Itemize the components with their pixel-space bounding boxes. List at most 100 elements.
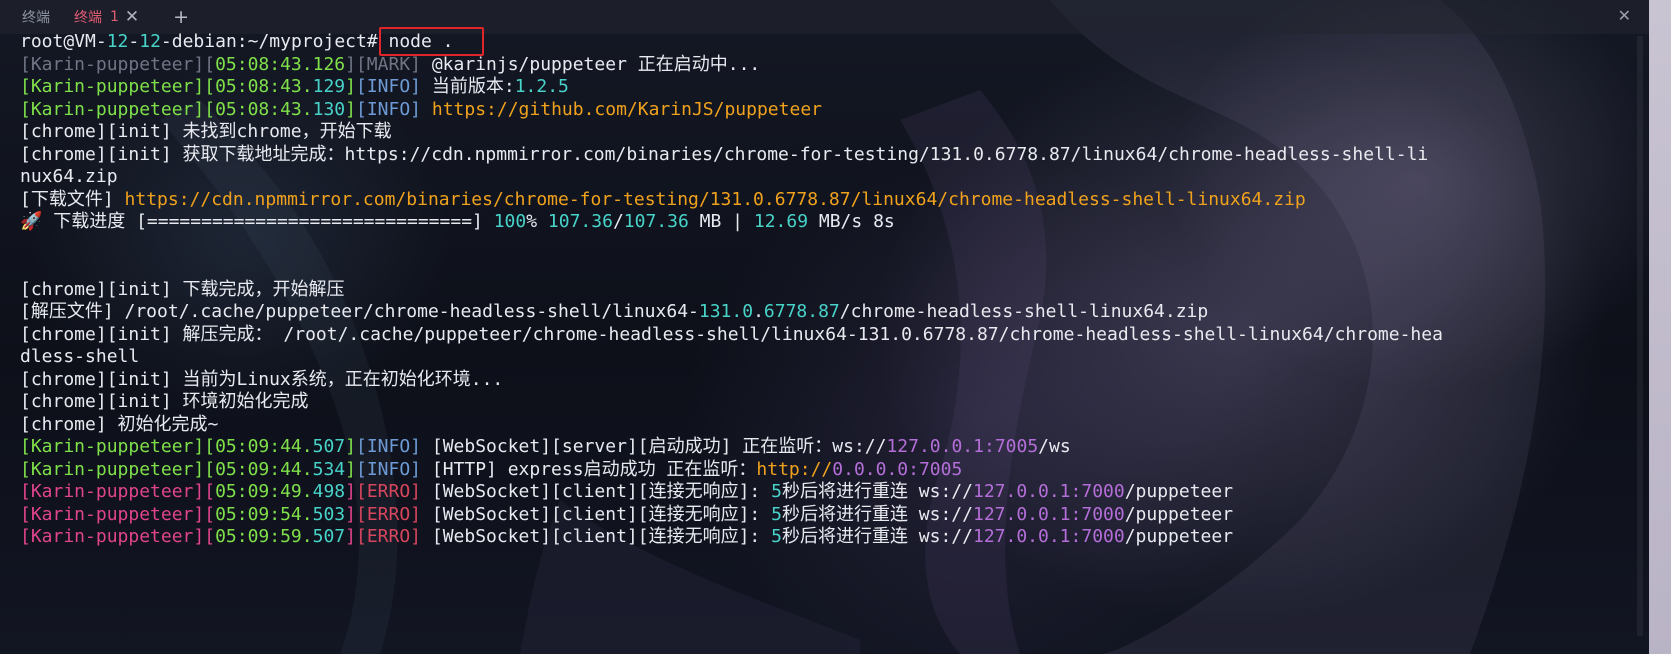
terminal-text-segment: [INFO]	[355, 76, 422, 97]
terminal-text-segment: ]	[345, 526, 356, 547]
terminal-line: [解压文件] /root/.cache/puppeteer/chrome-hea…	[20, 301, 1620, 324]
terminal-text-segment: [MARK]	[355, 53, 421, 75]
terminal-text-segment: ]	[345, 503, 356, 525]
terminal-text-segment: 1.2.5	[514, 76, 569, 97]
terminal-text-segment: [INFO]	[355, 98, 422, 120]
terminal-text-segment: 秒后将进行重连 ws://	[781, 526, 973, 547]
terminal-text-segment: [chrome] 初始化完成~	[20, 413, 219, 435]
terminal-text-segment: [chrome][init] 环境初始化完成	[20, 391, 309, 412]
terminal-line: [chrome][init] 环境初始化完成	[20, 391, 1620, 414]
terminal-text-segment: root@VM-	[20, 31, 107, 52]
terminal-text-segment: 498	[312, 481, 346, 502]
new-tab-button[interactable]: +	[173, 7, 189, 27]
terminal-text-segment: 127.0.0.1:7000	[972, 481, 1125, 502]
terminal-text-segment: ]	[345, 436, 356, 457]
terminal-text-segment: 12	[139, 31, 161, 52]
terminal-text-segment: 05:09:44.	[215, 436, 313, 457]
side-panel-strip	[1649, 0, 1671, 654]
terminal-text-segment: [WebSocket][server][启动成功] 正在监听：ws://	[421, 436, 887, 457]
tab-label: 终端	[74, 10, 102, 26]
terminal-line: [Karin-puppeteer][05:08:43.130][INFO] ht…	[20, 99, 1620, 122]
terminal-window: 终端 终端 1 ✕ + ✕ root@VM-12-12-debian:~/myp…	[0, 0, 1671, 654]
terminal-text-segment: 107.36	[623, 211, 689, 232]
window-close-icon[interactable]: ✕	[1618, 8, 1631, 24]
terminal-text-segment: [下载文件]	[20, 188, 125, 210]
terminal-text-segment: [Karin-puppeteer]	[20, 98, 205, 120]
terminal-text-segment: /puppeteer	[1124, 503, 1234, 525]
terminal-text-segment: [WebSocket][client][连接无响应]:	[421, 526, 772, 547]
terminal-text-segment: 05:09:59.	[215, 526, 313, 547]
terminal-text-segment: [chrome][init] 获取下载地址完成：https://cdn.npmm…	[20, 143, 1429, 165]
terminal-text-segment: 05:08:43.126	[215, 53, 346, 75]
tab-terminal[interactable]: 终端	[0, 0, 64, 34]
terminal-text-segment: [INFO]	[355, 458, 422, 480]
terminal-text-segment: [Karin-puppeteer]	[20, 458, 205, 480]
terminal-text-segment: [Karin-puppeteer]	[20, 526, 205, 547]
terminal-text-segment: 05:09:49.	[215, 481, 313, 502]
terminal-text-segment: [	[204, 98, 216, 120]
terminal-text-segment: 507	[312, 526, 346, 547]
terminal-text-segment: 0.0.0.0:7005	[832, 458, 963, 480]
terminal-text-segment: 05:09:54.	[215, 503, 313, 525]
terminal-text-segment: @karinjs/puppeteer 正在启动中...	[421, 53, 761, 75]
terminal-text-segment: [	[204, 481, 216, 502]
terminal-text-segment: [	[204, 76, 216, 97]
terminal-text-segment: /puppeteer	[1124, 481, 1234, 502]
terminal-text-segment: [Karin-puppeteer]	[20, 436, 205, 457]
terminal-text-segment: dless-shell	[20, 346, 140, 367]
terminal-text-segment: 当前版本:	[421, 76, 515, 97]
terminal-text-segment: 100	[493, 211, 527, 232]
terminal-line: [chrome][init] 获取下载地址完成：https://cdn.npmm…	[20, 144, 1620, 167]
terminal-text-segment: [chrome][init] 未找到chrome，开始下载	[20, 121, 392, 142]
terminal-text-segment: [ERRO]	[355, 481, 422, 502]
terminal-text-segment: [ERRO]	[355, 503, 422, 525]
terminal-text-segment: [	[204, 458, 216, 480]
terminal-text-segment: MB |	[688, 211, 754, 232]
terminal-text-segment: 秒后将进行重连 ws://	[781, 481, 973, 502]
terminal-text-segment: 05:09:44.	[215, 458, 313, 480]
terminal-line: nux64.zip	[20, 166, 1620, 189]
terminal-text-segment: %	[526, 211, 548, 232]
terminal-scrollbar[interactable]	[1637, 36, 1643, 636]
tab-label: 终端	[22, 10, 50, 26]
terminal-text-segment: 05:08:43.	[215, 98, 313, 120]
terminal-text-segment: 131.0	[698, 301, 754, 322]
terminal-line: [chrome][init] 未找到chrome，开始下载	[20, 121, 1620, 144]
terminal-text-segment: /chrome-headless-shell-linux64.zip	[839, 301, 1209, 322]
tab-terminal-1[interactable]: 终端 1 ✕	[64, 0, 153, 34]
terminal-text-segment: https://cdn.npmmirror.com/binaries/chrom…	[124, 188, 1306, 210]
terminal-text-segment: /	[612, 211, 624, 232]
terminal-text-segment: 5	[771, 503, 782, 525]
terminal-text-segment: MB/s 8s	[808, 211, 895, 232]
terminal-line: [chrome][init] 下载完成，开始解压	[20, 279, 1620, 302]
terminal-text-segment: 507	[312, 436, 346, 457]
terminal-text-segment: [chrome][init] 下载完成，开始解压	[20, 278, 345, 300]
terminal-text-segment: ]	[345, 76, 356, 97]
terminal-text-segment: 127.0.0.1:7000	[972, 503, 1125, 525]
terminal-text-segment: ]	[345, 53, 356, 75]
terminal-text-segment: [WebSocket][client][连接无响应]:	[421, 503, 772, 525]
terminal-output[interactable]: root@VM-12-12-debian:~/myproject# node .…	[20, 31, 1620, 549]
terminal-text-segment: [Karin-puppeteer]	[20, 481, 205, 502]
tab-bar: 终端 终端 1 ✕ + ✕	[0, 0, 1671, 34]
terminal-line: [Karin-puppeteer][05:09:49.498][ERRO] [W…	[20, 481, 1620, 504]
terminal-text-segment: 5	[771, 481, 782, 502]
terminal-text-segment: 05:08:43.	[215, 76, 313, 97]
terminal-text-segment: 503	[312, 503, 346, 525]
terminal-text-segment: ]	[345, 458, 356, 480]
terminal-text-segment: [chrome][init] 解压完成： /root/.cache/puppet…	[20, 323, 1443, 345]
terminal-text-segment: [Karin-puppeteer]	[20, 503, 205, 525]
terminal-line: [chrome][init] 当前为Linux系统，正在初始化环境...	[20, 369, 1620, 392]
terminal-text-segment: 5	[771, 526, 782, 547]
terminal-text-segment: /ws	[1038, 436, 1071, 457]
terminal-text-segment: [Karin-puppeteer]	[20, 53, 205, 75]
terminal-text-segment: [	[204, 503, 216, 525]
terminal-text-segment: [	[204, 436, 216, 457]
terminal-line: [Karin-puppeteer][05:08:43.126][MARK] @k…	[20, 54, 1620, 77]
command-highlight-box	[379, 27, 484, 56]
tab-close-icon[interactable]: ✕	[125, 8, 139, 26]
tab-number: 1	[110, 9, 119, 25]
